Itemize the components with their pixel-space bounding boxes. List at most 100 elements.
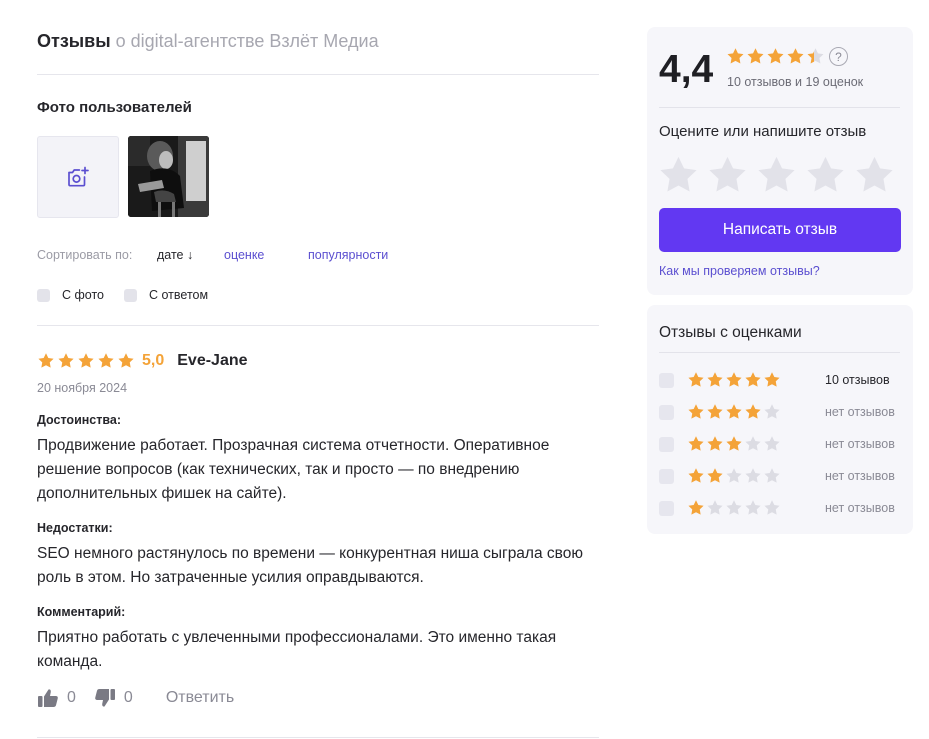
overall-star-icon [747,48,764,64]
distribution-star-icon [745,372,761,387]
review-star-icon [78,353,94,368]
distribution-star-icon [688,436,704,451]
distribution-star-icon [726,436,742,451]
distribution-star-icon [764,500,780,515]
rate-star-icon[interactable] [755,154,798,197]
distribution-star-icon [707,468,723,483]
filter-rating-3[interactable]: нет отзывов [659,434,901,454]
like-button[interactable]: 0 [37,688,76,708]
filter-with-photo[interactable]: С фото [37,288,104,302]
review-star-icon [98,353,114,368]
user-photo-image [128,136,209,217]
distribution-star-icon [688,372,704,387]
rating-summary-card: 4,4 ? 10 отзывов и 19 оценок Оцените или… [647,27,913,295]
pros-title: Достоинства: [37,413,122,427]
divider [659,352,900,353]
sort-by-date[interactable]: дате ↓ [157,248,193,262]
sort-by-rating[interactable]: оценке [224,248,264,262]
pros-text: Продвижение работает. Прозрачная система… [37,437,550,502]
rate-star-icon[interactable] [853,154,896,197]
review-date: 20 ноября 2024 [37,381,128,395]
rating-stars [687,403,781,421]
distribution-star-icon [688,468,704,483]
rating-filter-checkbox[interactable] [659,468,674,484]
overall-star-icon [767,48,784,64]
rate-star-icon[interactable] [706,154,749,197]
rating-filter-checkbox[interactable] [659,436,674,452]
overall-stars [726,47,825,66]
distribution-title: Отзывы с оценками [659,324,802,341]
review-header: 5,0 Eve-Jane [37,352,248,370]
review-star-icon [58,353,74,368]
review-actions: 0 0 Ответить [37,688,234,708]
user-photo-thumbnail[interactable] [128,136,209,217]
dislike-button[interactable]: 0 [94,688,133,708]
divider [37,737,599,738]
filter-with-reply-checkbox[interactable] [124,288,137,302]
overall-score: 4,4 [659,48,714,91]
review-author: Eve-Jane [177,352,248,369]
help-icon[interactable]: ? [829,47,848,66]
camera-plus-icon [68,166,89,187]
rating-count-label: нет отзывов [825,469,895,483]
rating-count-label: 10 отзывов [825,373,890,387]
distribution-star-icon [764,372,780,387]
thumbs-up-icon [38,689,58,707]
distribution-star-icon [726,404,742,419]
page-header: Отзывы о digital-агентстве Взлёт Медиа [37,31,379,52]
rate-star-icon[interactable] [804,154,847,197]
distribution-star-icon [726,500,742,515]
rating-filter-checkbox[interactable] [659,500,674,516]
distribution-star-icon [745,468,761,483]
divider [37,325,599,326]
page-subtitle: о digital-агентстве Взлёт Медиа [115,31,379,51]
reply-button[interactable]: Ответить [166,689,234,707]
write-review-button[interactable]: Написать отзыв [659,208,901,252]
rating-count-label: нет отзывов [825,405,895,419]
review-stars [37,352,135,370]
distribution-star-icon [764,468,780,483]
review-star-icon [38,353,54,368]
rate-stars-input[interactable] [657,154,896,197]
cons-title: Недостатки: [37,521,113,535]
filter-with-reply[interactable]: С ответом [124,288,208,302]
overall-star-icon [807,48,824,64]
distribution-star-icon [707,372,723,387]
rating-count-label: нет отзывов [825,437,895,451]
rating-distribution-card: Отзывы с оценками 10 отзывов нет отзывов н… [647,305,913,534]
reviews-count: 10 отзывов и 19 оценок [727,75,864,89]
distribution-star-icon [688,500,704,515]
filter-rating-4[interactable]: нет отзывов [659,402,901,422]
distribution-star-icon [745,436,761,451]
filter-rating-1[interactable]: нет отзывов [659,498,901,518]
distribution-star-icon [707,404,723,419]
rating-stars [687,499,781,517]
rating-filter-checkbox[interactable] [659,404,674,420]
distribution-star-icon [764,404,780,419]
overall-star-icon [787,48,804,64]
sort-by-popularity[interactable]: популярности [308,248,388,262]
add-photo-button[interactable] [37,136,119,218]
distribution-star-icon [745,404,761,419]
divider [37,74,599,75]
thumbs-down-icon [95,689,115,707]
page-title: Отзывы [37,31,111,51]
review-score: 5,0 [142,352,165,369]
sort-label: Сортировать по: [37,248,133,262]
rating-filter-checkbox[interactable] [659,372,674,388]
distribution-star-icon [688,404,704,419]
distribution-star-icon [726,372,742,387]
filter-rating-5[interactable]: 10 отзывов [659,370,901,390]
filter-rating-2[interactable]: нет отзывов [659,466,901,486]
distribution-star-icon [726,468,742,483]
rating-stars [687,371,781,389]
cons-text: SEO немного растянулось по времени — кон… [37,545,583,586]
divider [659,107,900,108]
how-we-check-link[interactable]: Как мы проверяем отзывы? [659,264,820,278]
rating-stars [687,467,781,485]
rate-star-icon[interactable] [657,154,700,197]
like-count: 0 [67,689,76,706]
comment-title: Комментарий: [37,605,126,619]
filter-with-photo-checkbox[interactable] [37,288,50,302]
filter-with-photo-label: С фото [62,288,104,302]
